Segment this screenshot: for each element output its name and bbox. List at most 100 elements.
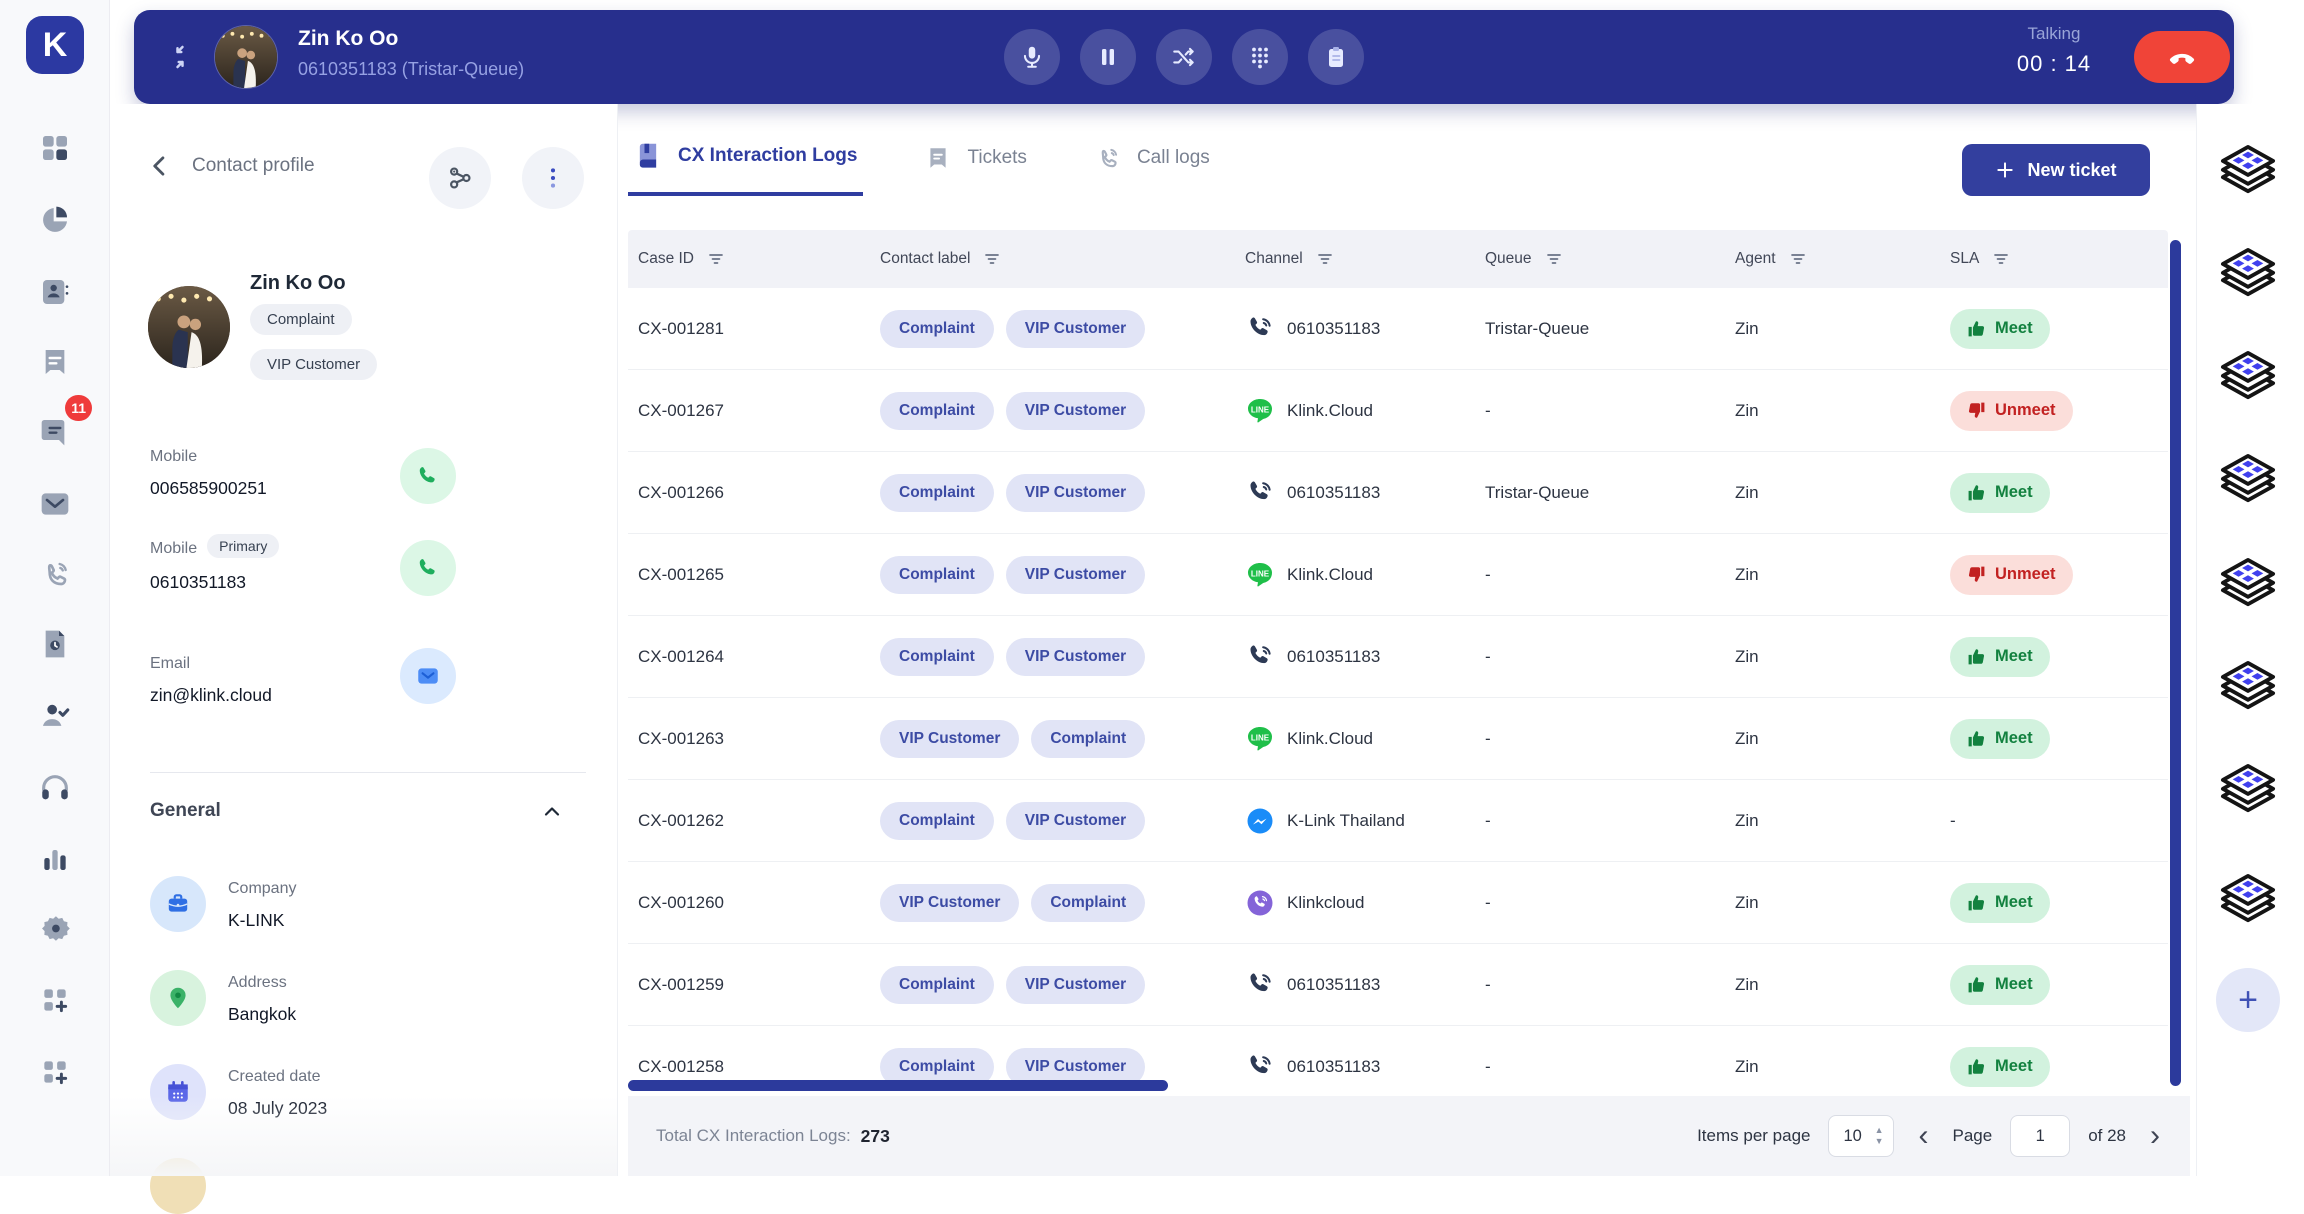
svg-text:LINE: LINE <box>1251 569 1270 578</box>
plus-icon <box>1995 160 2015 180</box>
table-row[interactable]: CX-001265 ComplaintVIP Customer LINEKlin… <box>628 534 2168 616</box>
call-notes-button[interactable] <box>1308 29 1364 85</box>
new-ticket-button[interactable]: New ticket <box>1962 144 2150 196</box>
nav-analytics-icon[interactable] <box>0 192 110 248</box>
transfer-shuffle-button[interactable] <box>1156 29 1212 85</box>
next-page-chevron[interactable]: › <box>2144 1121 2166 1151</box>
back-chevron-icon[interactable] <box>146 152 174 180</box>
sla-cell: - <box>1940 811 2168 831</box>
app-stack-icon[interactable] <box>2216 140 2280 204</box>
app-stack-icon[interactable] <box>2216 243 2280 307</box>
sla-badge: Unmeet <box>1950 555 2073 595</box>
column-header-queue[interactable]: Queue <box>1475 250 1725 268</box>
column-header-channel[interactable]: Channel <box>1235 250 1475 268</box>
agent-value: Zin <box>1725 729 1940 749</box>
phone-channel-icon <box>1245 970 1275 1000</box>
contact-label-pill: VIP Customer <box>1006 474 1145 512</box>
prev-page-chevron[interactable]: ‹ <box>1912 1121 1934 1151</box>
hangup-button[interactable] <box>2134 31 2230 83</box>
items-per-page-label: Items per page <box>1697 1126 1810 1146</box>
items-per-page-select[interactable]: 10 ▲▼ <box>1828 1115 1894 1157</box>
layers-icon <box>2218 141 2278 203</box>
contact-labels: VIP CustomerComplaint <box>870 884 1235 922</box>
app-stack-icon[interactable] <box>2216 656 2280 720</box>
contact-labels: Complaint VIP Customer <box>870 392 1235 430</box>
contact-label-pill: Complaint <box>880 392 994 430</box>
contact-label-pill: Complaint <box>1031 884 1145 922</box>
channel-cell: Klinkcloud <box>1235 888 1475 918</box>
dialpad-button[interactable] <box>1232 29 1288 85</box>
nav-add-widget-icon[interactable] <box>0 972 110 1028</box>
table-row[interactable]: CX-001281 ComplaintVIP Customer 06103511… <box>628 288 2168 370</box>
collapse-general-chevron[interactable] <box>540 800 564 829</box>
hold-pause-button[interactable] <box>1080 29 1136 85</box>
nav-chat-icon[interactable]: 11 <box>0 404 110 460</box>
mobile-field: Mobile 006585900251 <box>150 448 267 499</box>
address-icon <box>150 970 206 1026</box>
nav-add-widget-icon-2[interactable] <box>0 1044 110 1100</box>
app-stack-icon[interactable] <box>2216 449 2280 513</box>
merge-contact-button[interactable] <box>429 147 491 209</box>
sla-cell: Unmeet <box>1940 555 2168 595</box>
contact-label-pill: VIP Customer <box>880 720 1019 758</box>
queue-value: - <box>1475 893 1725 913</box>
column-header-case-id[interactable]: Case ID <box>628 250 870 268</box>
app-stack-icon[interactable] <box>2216 869 2280 933</box>
nav-dashboard-icon[interactable] <box>0 120 110 176</box>
nav-agent-status-icon[interactable] <box>0 688 110 744</box>
agent-value: Zin <box>1725 319 1940 339</box>
collapse-callbar-icon[interactable] <box>162 39 198 75</box>
nav-settings-icon[interactable] <box>0 900 110 956</box>
mute-microphone-button[interactable] <box>1004 29 1060 85</box>
nav-phone-icon[interactable] <box>0 546 110 602</box>
table-row[interactable]: CX-001266 ComplaintVIP Customer 06103511… <box>628 452 2168 534</box>
filter-icon <box>1317 251 1333 267</box>
horizontal-scrollbar[interactable] <box>628 1080 1168 1091</box>
contact-label-pill: VIP Customer <box>1006 638 1145 676</box>
channel-name: Klink.Cloud <box>1287 401 1373 421</box>
nav-mail-icon[interactable] <box>0 476 110 532</box>
tab-call-logs[interactable]: Call logs <box>1089 132 1216 196</box>
add-app-button[interactable]: + <box>2216 968 2280 1032</box>
sla-cell: Meet <box>1940 1047 2168 1087</box>
table-row[interactable]: CX-001267 ComplaintVIP Customer LINEKlin… <box>628 370 2168 452</box>
pagination: Items per page 10 ▲▼ ‹ Page of 28 › <box>1697 1115 2166 1157</box>
phone-channel-icon <box>1245 1052 1275 1082</box>
nav-ticket-icon[interactable] <box>0 334 110 390</box>
tab-tickets[interactable]: Tickets <box>919 132 1032 196</box>
nav-report-icon[interactable] <box>0 616 110 672</box>
call-primary-button[interactable] <box>400 540 456 596</box>
vertical-scrollbar[interactable] <box>2170 240 2181 1086</box>
table-row[interactable]: CX-001260 VIP CustomerComplaint Klinkclo… <box>628 862 2168 944</box>
column-header-contact-label[interactable]: Contact label <box>870 250 1235 268</box>
send-email-button[interactable] <box>400 648 456 704</box>
table-row[interactable]: CX-001264 ComplaintVIP Customer 06103511… <box>628 616 2168 698</box>
app-stack-icon[interactable] <box>2216 346 2280 410</box>
nav-barchart-icon[interactable] <box>0 830 110 886</box>
column-header-sla[interactable]: SLA <box>1940 250 2168 268</box>
filter-icon <box>1790 251 1806 267</box>
page-number-input[interactable] <box>2010 1115 2070 1157</box>
line-channel-icon: LINE <box>1245 560 1275 590</box>
app-stack-icon[interactable] <box>2216 759 2280 823</box>
tab-cx-interaction-logs[interactable]: CX Interaction Logs <box>628 132 863 196</box>
agent-value: Zin <box>1725 1057 1940 1077</box>
layers-icon <box>2218 347 2278 409</box>
app-stack-icon[interactable] <box>2216 553 2280 617</box>
nav-headset-icon[interactable] <box>0 760 110 816</box>
channel-cell: 0610351183 <box>1235 1052 1475 1082</box>
more-options-button[interactable] <box>522 147 584 209</box>
call-mobile-button[interactable] <box>400 448 456 504</box>
app-logo[interactable]: K <box>26 16 84 74</box>
table-row[interactable]: CX-001262 ComplaintVIP Customer K-Link T… <box>628 780 2168 862</box>
contact-labels: ComplaintVIP Customer <box>870 474 1235 512</box>
table-row[interactable]: CX-001259 ComplaintVIP Customer 06103511… <box>628 944 2168 1026</box>
company-icon <box>150 876 206 932</box>
queue-value: Tristar-Queue <box>1475 483 1725 503</box>
queue-value: Tristar-Queue <box>1475 319 1725 339</box>
contact-label-pill: VIP Customer <box>1006 392 1145 430</box>
column-header-agent[interactable]: Agent <box>1725 250 1940 268</box>
nav-contacts-icon[interactable] <box>0 264 110 320</box>
agent-value: Zin <box>1725 647 1940 667</box>
table-row[interactable]: CX-001263 VIP CustomerComplaint LINEKlin… <box>628 698 2168 780</box>
